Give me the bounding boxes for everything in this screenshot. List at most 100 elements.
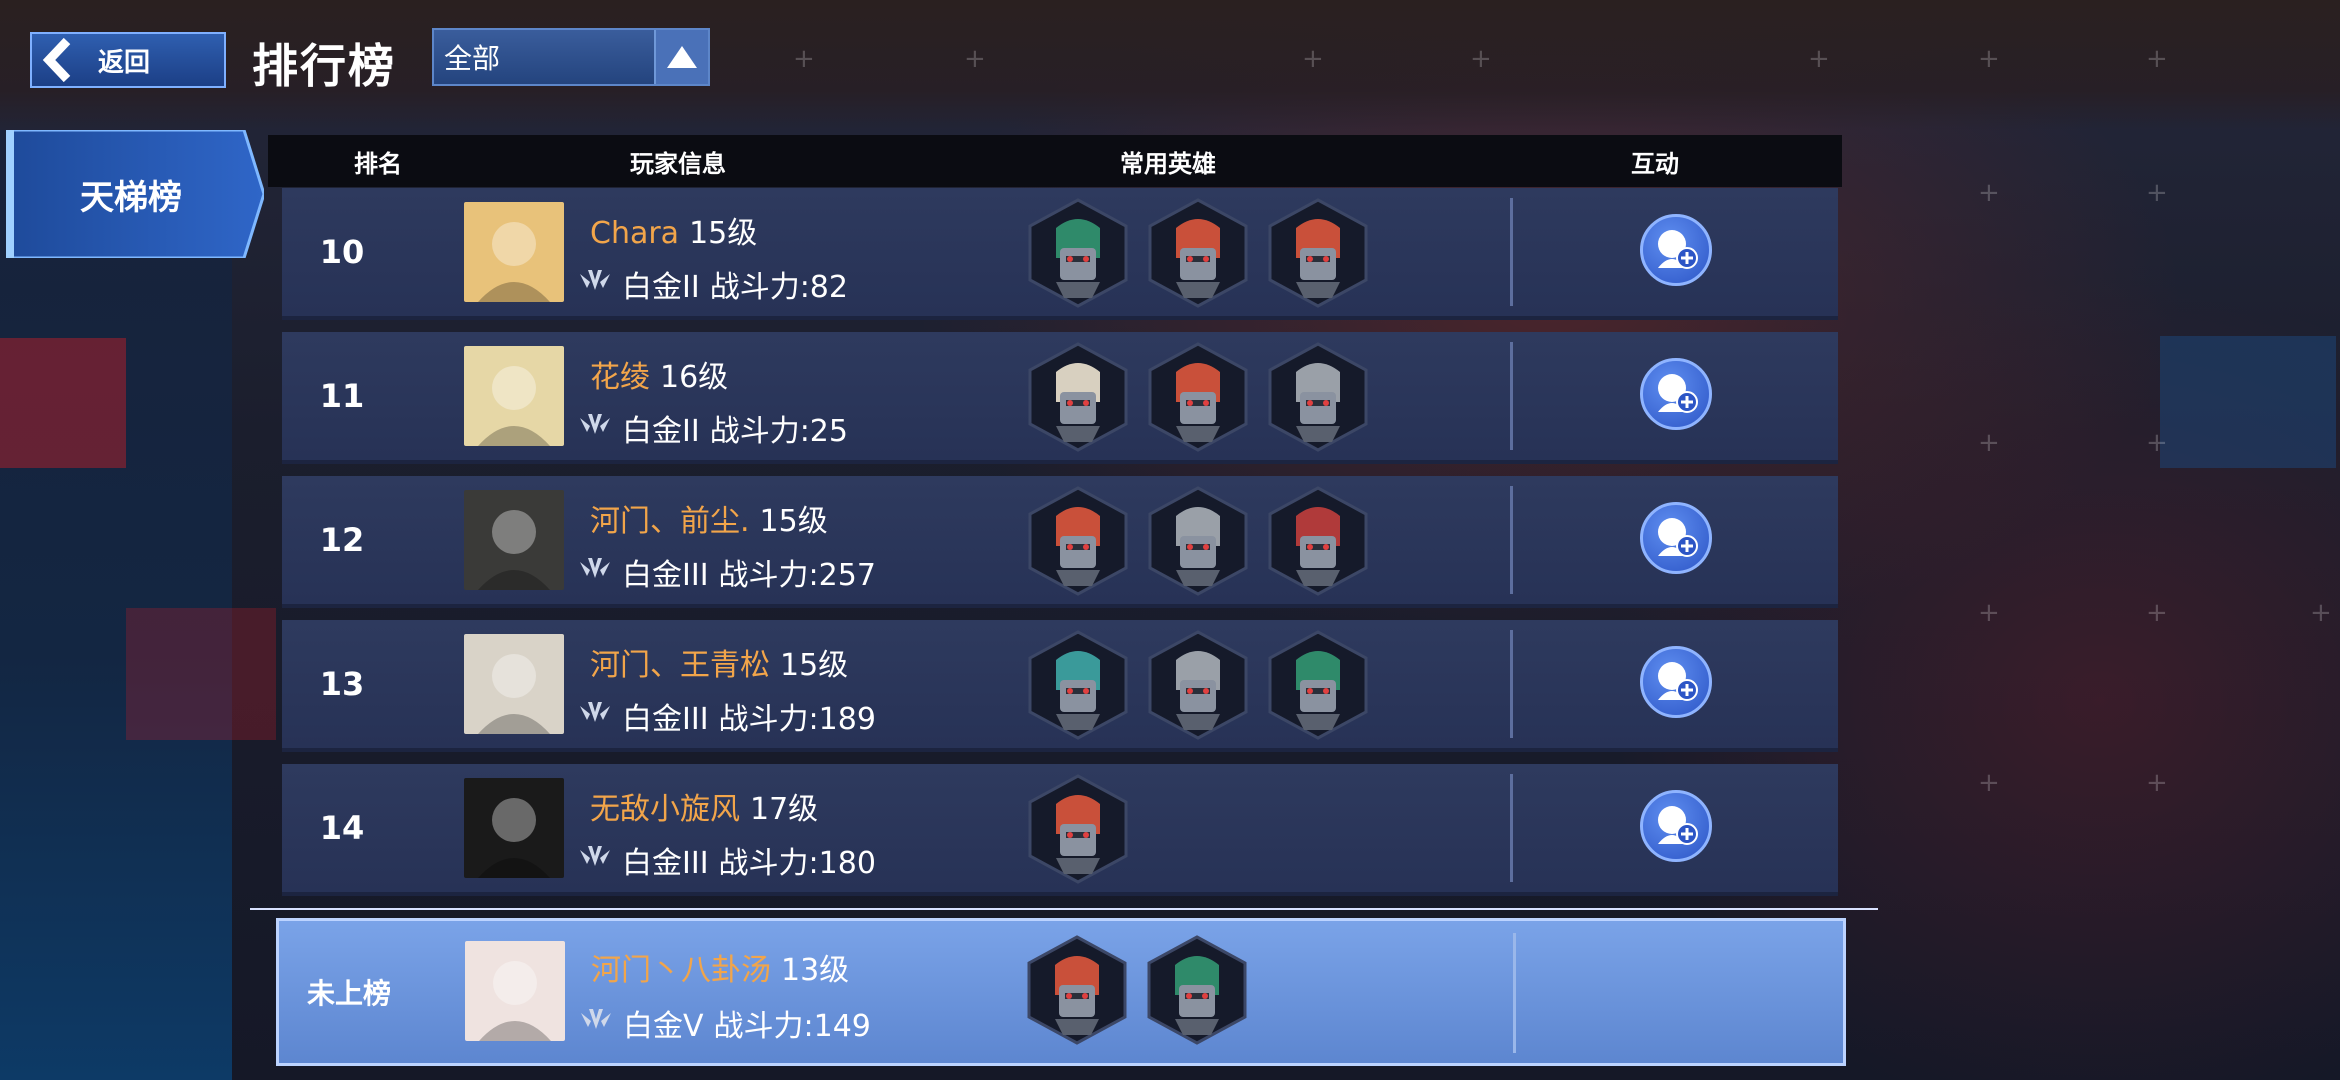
player-stats-line: 白金II 战斗力:25 <box>578 406 848 450</box>
player-name: 河门、前尘. <box>590 504 750 539</box>
background-plus: + <box>1978 598 2000 628</box>
hero-portrait-icon[interactable] <box>1146 342 1250 456</box>
hero-portrait-icon[interactable] <box>1146 486 1250 600</box>
player-name-line: 河门、前尘. 15级 <box>590 496 828 540</box>
page-title: 排行榜 <box>252 39 396 93</box>
hero-portrait-icon[interactable] <box>1026 630 1130 744</box>
hero-portrait-icon[interactable] <box>1266 198 1370 312</box>
avatar[interactable] <box>465 941 565 1041</box>
player-stats-line: 白金III 战斗力:180 <box>578 838 876 882</box>
table-row: 14 无敌小旋风 17级白金III 战斗力:180 <box>282 764 1838 896</box>
favorite-heroes <box>1026 774 1130 888</box>
add-friend-icon <box>1652 656 1700 708</box>
chevron-left-icon <box>32 34 88 86</box>
triangle-up-icon <box>654 30 708 84</box>
avatar[interactable] <box>464 346 564 446</box>
table-header: 排名 玩家信息 常用英雄 互动 <box>268 135 1842 187</box>
avatar[interactable] <box>464 634 564 734</box>
filter-selected-value: 全部 <box>444 42 501 75</box>
column-header-player: 玩家信息 <box>630 149 726 178</box>
player-name: 花绫 <box>590 360 650 395</box>
avatar[interactable] <box>464 202 564 302</box>
player-stats-line: 白金III 战斗力:257 <box>578 550 876 594</box>
back-button[interactable]: 返回 <box>30 32 226 88</box>
background-plus: + <box>2310 598 2332 628</box>
player-name: 河门丶八卦汤 <box>591 953 771 988</box>
add-friend-button[interactable] <box>1640 502 1712 574</box>
favorite-heroes <box>1025 935 1249 1049</box>
divider <box>250 908 1878 910</box>
rank-tier-icon <box>578 843 612 878</box>
rank-value: 12 <box>319 521 365 559</box>
add-friend-icon <box>1652 512 1700 564</box>
avatar[interactable] <box>464 778 564 878</box>
player-name: 河门、王青松 <box>590 648 770 683</box>
table-row: 10 Chara 15级 白金II 战斗力:82 <box>282 188 1838 320</box>
rank-tier-icon <box>578 555 612 590</box>
background-plus: + <box>1302 44 1324 74</box>
add-friend-button[interactable] <box>1640 646 1712 718</box>
add-friend-icon <box>1652 368 1700 420</box>
player-name: 无敌小旋风 <box>590 792 740 827</box>
back-label: 返回 <box>98 47 151 78</box>
sidebar-backdrop <box>0 130 232 1080</box>
table-row: 12 河门、前尘. 15级白金III 战斗力:257 <box>282 476 1838 608</box>
favorite-heroes <box>1026 342 1370 456</box>
hero-portrait-icon[interactable] <box>1266 630 1370 744</box>
player-name: Chara <box>590 216 680 251</box>
column-divider <box>1510 342 1513 450</box>
combat-power: 战斗力:257 <box>718 558 876 593</box>
combat-power: 战斗力:82 <box>709 270 848 305</box>
rank-tier: 白金II <box>622 414 700 449</box>
hero-portrait-icon[interactable] <box>1026 486 1130 600</box>
background-plus: + <box>2146 178 2168 208</box>
background-plus: + <box>1808 44 1830 74</box>
hero-portrait-icon[interactable] <box>1146 630 1250 744</box>
scope-filter-dropdown[interactable]: 全部 <box>432 28 710 86</box>
rank-tier: 白金III <box>622 558 709 593</box>
rank-value: 13 <box>319 665 365 703</box>
player-level: 15级 <box>759 504 828 539</box>
hero-portrait-icon[interactable] <box>1026 774 1130 888</box>
background-plus: + <box>1470 44 1492 74</box>
hero-portrait-icon[interactable] <box>1266 486 1370 600</box>
combat-power: 战斗力:180 <box>718 846 876 881</box>
background-plus: + <box>964 44 986 74</box>
rank-tier-icon <box>579 1006 613 1041</box>
hero-portrait-icon[interactable] <box>1026 342 1130 456</box>
hero-portrait-icon[interactable] <box>1026 198 1130 312</box>
hero-portrait-icon[interactable] <box>1266 342 1370 456</box>
combat-power: 战斗力:149 <box>713 1009 871 1044</box>
add-friend-button[interactable] <box>1640 790 1712 862</box>
player-level: 17级 <box>750 792 819 827</box>
rank-value: 未上榜 <box>306 977 391 1010</box>
column-divider <box>1510 486 1513 594</box>
player-level: 13级 <box>781 953 850 988</box>
player-level: 15级 <box>689 216 758 251</box>
combat-power: 战斗力:189 <box>718 702 876 737</box>
background-decoration <box>0 338 126 468</box>
player-name-line: 河门丶八卦汤 13级 <box>591 945 849 989</box>
add-friend-button[interactable] <box>1640 358 1712 430</box>
avatar[interactable] <box>464 490 564 590</box>
add-friend-button[interactable] <box>1640 214 1712 286</box>
column-divider <box>1510 198 1513 306</box>
player-name-line: 河门、王青松 15级 <box>590 640 848 684</box>
player-level: 16级 <box>660 360 729 395</box>
player-stats-line: 白金V 战斗力:149 <box>579 1001 871 1045</box>
player-name-line: Chara 15级 <box>590 208 757 252</box>
rank-value: 14 <box>319 809 365 847</box>
hero-portrait-icon[interactable] <box>1145 935 1249 1049</box>
hero-portrait-icon[interactable] <box>1146 198 1250 312</box>
background-plus: + <box>1978 428 2000 458</box>
tab-ladder-ranking[interactable]: 天梯榜 <box>6 130 264 258</box>
rank-tier-icon <box>578 699 612 734</box>
background-plus: + <box>1978 44 2000 74</box>
rank-value: 10 <box>319 233 365 271</box>
rank-tier: 白金III <box>622 846 709 881</box>
player-name-line: 花绫 16级 <box>590 352 728 396</box>
background-plus: + <box>2146 598 2168 628</box>
rank-tier-icon <box>578 267 612 302</box>
hero-portrait-icon[interactable] <box>1025 935 1129 1049</box>
background-decoration <box>2160 336 2336 468</box>
